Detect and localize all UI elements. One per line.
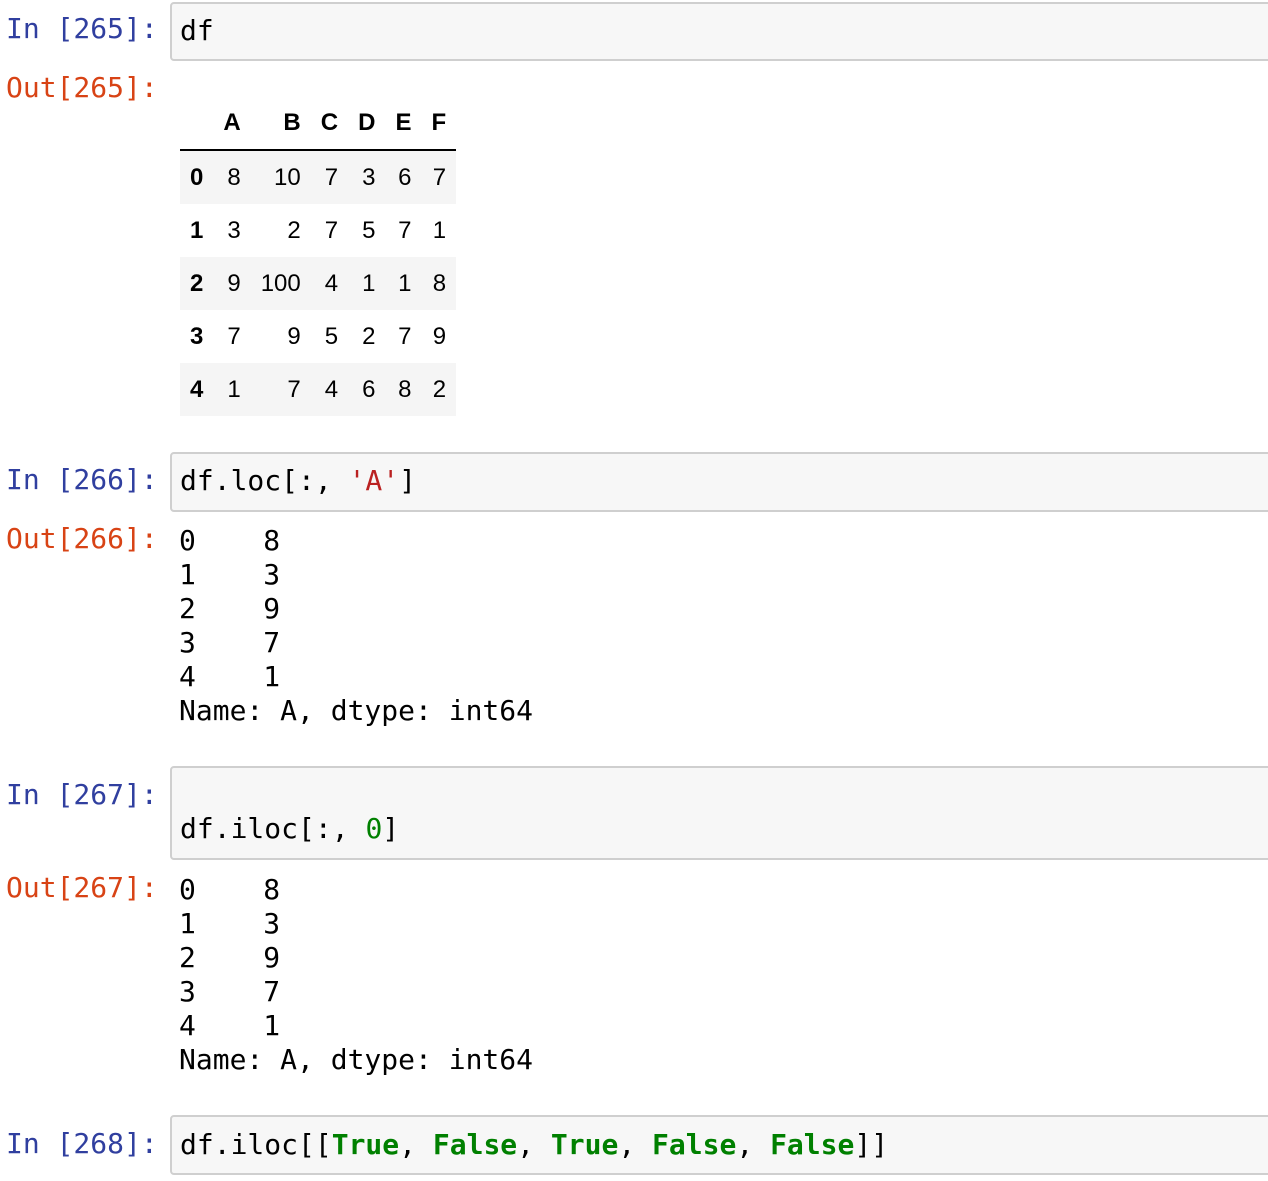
table-cell: 3	[362, 163, 376, 191]
code-keyword: False	[652, 1128, 737, 1161]
table-row: 0 8 10 7 3 6 7	[180, 150, 457, 204]
code-keyword: True	[550, 1128, 619, 1161]
code-input-267[interactable]: df.iloc[:, 0]	[170, 766, 1268, 860]
table-cell: 7	[227, 322, 241, 350]
code-input-266[interactable]: df.loc[:, 'A']	[170, 452, 1268, 512]
row-index: 0	[190, 163, 204, 191]
row-index: 4	[190, 375, 204, 403]
table-cell: 1	[362, 269, 376, 297]
table-row: 2 9 100 4 1 1 8	[180, 257, 457, 310]
code-text-268: df.iloc[[True, False, True, False, False…	[180, 1128, 889, 1161]
code-string-literal: 'A'	[348, 464, 400, 497]
series-output-266: 0 8 1 3 2 9 3 7 4 1 Name: A, dtype: int6…	[179, 524, 534, 727]
table-cell: 7	[324, 163, 339, 191]
table-cell: 4	[324, 375, 339, 403]
in-prompt-267: In [267]:	[6, 778, 158, 811]
table-cell: 6	[398, 163, 412, 191]
code-text-266: df.loc[:, 'A']	[180, 464, 417, 497]
column-header: F	[421, 96, 457, 151]
code-text-265: df	[180, 14, 214, 47]
out-prompt-265: Out[265]:	[6, 71, 158, 104]
table-cell: 2	[362, 322, 376, 350]
table-cell: 5	[324, 322, 339, 350]
table-cell: 2	[432, 375, 447, 403]
table-cell: 9	[287, 322, 301, 350]
row-index: 3	[190, 322, 204, 350]
out-prompt-266: Out[266]:	[6, 522, 158, 555]
table-row: 3 7 9 5 2 7 9	[180, 310, 456, 363]
table-cell: 1	[432, 216, 447, 244]
table-cell: 6	[362, 375, 376, 403]
code-text-267: df.iloc[:, 0]	[180, 812, 400, 845]
table-header-row: A B C D E F	[180, 96, 457, 151]
table-cell: 3	[227, 216, 241, 244]
code-input-268[interactable]: df.iloc[[True, False, True, False, False…	[170, 1115, 1268, 1175]
table-cell: 7	[398, 216, 412, 244]
column-header: C	[310, 96, 349, 151]
table-row: 1 3 2 7 5 7 1	[180, 204, 456, 257]
table-cell: 7	[432, 163, 447, 191]
in-prompt-265: In [265]:	[6, 12, 158, 45]
table-cell: 7	[324, 216, 339, 244]
code-keyword: False	[770, 1128, 855, 1161]
table-cell: 2	[287, 216, 301, 244]
table-cell: 5	[362, 216, 376, 244]
table-cell: 8	[432, 269, 447, 297]
index-header	[180, 96, 214, 151]
table-row: 4 1 7 4 6 8 2	[180, 363, 457, 416]
code-keyword: False	[432, 1128, 518, 1161]
table-cell: 4	[324, 269, 339, 297]
table-cell: 10	[274, 163, 301, 191]
table-cell: 8	[398, 375, 412, 403]
table-cell: 9	[227, 269, 241, 297]
out-prompt-267: Out[267]:	[6, 871, 158, 904]
table-cell: 9	[432, 322, 447, 350]
code-number-literal: 0	[365, 812, 383, 845]
table-cell: 7	[287, 375, 301, 403]
series-output-267: 0 8 1 3 2 9 3 7 4 1 Name: A, dtype: int6…	[179, 873, 534, 1076]
table-cell: 100	[260, 269, 301, 297]
dataframe-table: A B C D E F 0 8 10 7 3 6 7 1 3 2 7 5 7 1…	[180, 96, 457, 416]
code-input-265[interactable]: df	[170, 2, 1268, 61]
column-header: B	[250, 96, 311, 151]
table-cell: 8	[227, 163, 241, 191]
row-index: 1	[190, 216, 204, 244]
in-prompt-266: In [266]:	[6, 463, 158, 496]
table-cell: 1	[398, 269, 412, 297]
row-index: 2	[190, 269, 204, 297]
table-cell: 7	[398, 322, 412, 350]
in-prompt-268: In [268]:	[6, 1127, 158, 1160]
column-header: E	[385, 96, 422, 151]
table-cell: 1	[227, 375, 241, 403]
column-header: D	[348, 96, 386, 151]
column-header: A	[213, 96, 251, 151]
code-keyword: True	[331, 1128, 400, 1161]
